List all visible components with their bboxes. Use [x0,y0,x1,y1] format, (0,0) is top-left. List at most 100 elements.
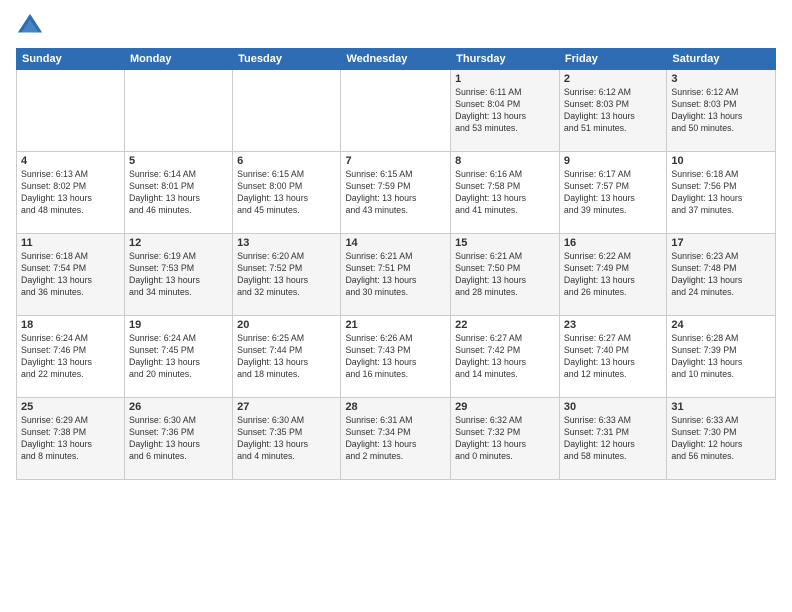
calendar-cell: 31 Sunrise: 6:33 AM Sunset: 7:30 PM Dayli… [667,398,776,480]
calendar-cell: 18Sunrise: 6:24 AM Sunset: 7:46 PM Dayli… [17,316,125,398]
day-info: Sunrise: 6:29 AM Sunset: 7:38 PM Dayligh… [21,415,120,463]
page: SundayMondayTuesdayWednesdayThursdayFrid… [0,0,792,612]
calendar-row-4: 25 Sunrise: 6:29 AM Sunset: 7:38 PM Dayli… [17,398,776,480]
day-number: 29 [455,401,555,413]
day-number: 21 [345,319,446,331]
day-number: 15 [455,237,555,249]
day-info: Sunrise: 6:16 AM Sunset: 7:58 PM Dayligh… [455,169,555,217]
day-number: 13 [237,237,336,249]
day-number: 4 [21,155,120,167]
day-number: 12 [129,237,228,249]
calendar-row-0: 1 Sunrise: 6:11 AM Sunset: 8:04 PM Daylig… [17,70,776,152]
day-number: 7 [345,155,446,167]
calendar-row-1: 4 Sunrise: 6:13 AM Sunset: 8:02 PM Daylig… [17,152,776,234]
day-number: 20 [237,319,336,331]
calendar-cell: 4 Sunrise: 6:13 AM Sunset: 8:02 PM Daylig… [17,152,125,234]
header [16,12,776,40]
calendar-cell: 30 Sunrise: 6:33 AM Sunset: 7:31 PM Dayli… [559,398,666,480]
calendar-cell: 8 Sunrise: 6:16 AM Sunset: 7:58 PM Daylig… [451,152,560,234]
calendar-header-saturday: Saturday [667,49,776,70]
calendar-cell: 7 Sunrise: 6:15 AM Sunset: 7:59 PM Daylig… [341,152,451,234]
day-number: 8 [455,155,555,167]
calendar-cell [124,70,232,152]
day-number: 9 [564,155,662,167]
day-number: 31 [671,401,771,413]
calendar-cell: 22 Sunrise: 6:27 AM Sunset: 7:42 PM Dayli… [451,316,560,398]
calendar-header-thursday: Thursday [451,49,560,70]
day-number: 30 [564,401,662,413]
day-info: Sunrise: 6:30 AM Sunset: 7:35 PM Dayligh… [237,415,336,463]
day-info: Sunrise: 6:21 AM Sunset: 7:51 PM Dayligh… [345,251,446,299]
calendar-cell: 3 Sunrise: 6:12 AM Sunset: 8:03 PM Daylig… [667,70,776,152]
calendar-cell: 19Sunrise: 6:24 AM Sunset: 7:45 PM Dayli… [124,316,232,398]
calendar-cell: 21 Sunrise: 6:26 AM Sunset: 7:43 PM Dayli… [341,316,451,398]
day-info: Sunrise: 6:19 AM Sunset: 7:53 PM Dayligh… [129,251,228,299]
day-info: Sunrise: 6:30 AM Sunset: 7:36 PM Dayligh… [129,415,228,463]
day-info: Sunrise: 6:31 AM Sunset: 7:34 PM Dayligh… [345,415,446,463]
day-info: Sunrise: 6:33 AM Sunset: 7:31 PM Dayligh… [564,415,662,463]
day-info: Sunrise: 6:15 AM Sunset: 8:00 PM Dayligh… [237,169,336,217]
day-info: Sunrise: 6:33 AM Sunset: 7:30 PM Dayligh… [671,415,771,463]
day-number: 23 [564,319,662,331]
calendar-header-sunday: Sunday [17,49,125,70]
calendar-header-friday: Friday [559,49,666,70]
day-number: 22 [455,319,555,331]
calendar-table: SundayMondayTuesdayWednesdayThursdayFrid… [16,48,776,480]
day-number: 1 [455,73,555,85]
day-number: 6 [237,155,336,167]
day-number: 5 [129,155,228,167]
day-number: 17 [671,237,771,249]
day-info: Sunrise: 6:15 AM Sunset: 7:59 PM Dayligh… [345,169,446,217]
calendar-cell: 15 Sunrise: 6:21 AM Sunset: 7:50 PM Dayli… [451,234,560,316]
calendar-row-3: 18Sunrise: 6:24 AM Sunset: 7:46 PM Dayli… [17,316,776,398]
calendar-cell: 27 Sunrise: 6:30 AM Sunset: 7:35 PM Dayli… [233,398,341,480]
calendar-cell [17,70,125,152]
day-number: 3 [671,73,771,85]
day-number: 14 [345,237,446,249]
day-info: Sunrise: 6:26 AM Sunset: 7:43 PM Dayligh… [345,333,446,381]
day-number: 2 [564,73,662,85]
calendar-cell: 26Sunrise: 6:30 AM Sunset: 7:36 PM Dayli… [124,398,232,480]
day-number: 10 [671,155,771,167]
day-info: Sunrise: 6:13 AM Sunset: 8:02 PM Dayligh… [21,169,120,217]
calendar-header-wednesday: Wednesday [341,49,451,70]
day-number: 25 [21,401,120,413]
calendar-cell: 13 Sunrise: 6:20 AM Sunset: 7:52 PM Dayli… [233,234,341,316]
day-info: Sunrise: 6:27 AM Sunset: 7:42 PM Dayligh… [455,333,555,381]
calendar-cell: 2 Sunrise: 6:12 AM Sunset: 8:03 PM Daylig… [559,70,666,152]
day-info: Sunrise: 6:14 AM Sunset: 8:01 PM Dayligh… [129,169,228,217]
calendar-cell: 10Sunrise: 6:18 AM Sunset: 7:56 PM Dayli… [667,152,776,234]
calendar-cell: 12 Sunrise: 6:19 AM Sunset: 7:53 PM Dayli… [124,234,232,316]
day-number: 27 [237,401,336,413]
day-info: Sunrise: 6:12 AM Sunset: 8:03 PM Dayligh… [671,87,771,135]
calendar-cell: 24Sunrise: 6:28 AM Sunset: 7:39 PM Dayli… [667,316,776,398]
day-number: 24 [671,319,771,331]
calendar-cell: 5 Sunrise: 6:14 AM Sunset: 8:01 PM Daylig… [124,152,232,234]
logo [16,12,48,40]
calendar-cell: 16Sunrise: 6:22 AM Sunset: 7:49 PM Dayli… [559,234,666,316]
day-info: Sunrise: 6:25 AM Sunset: 7:44 PM Dayligh… [237,333,336,381]
day-info: Sunrise: 6:12 AM Sunset: 8:03 PM Dayligh… [564,87,662,135]
calendar-cell: 29 Sunrise: 6:32 AM Sunset: 7:32 PM Dayli… [451,398,560,480]
day-info: Sunrise: 6:21 AM Sunset: 7:50 PM Dayligh… [455,251,555,299]
calendar-cell: 28Sunrise: 6:31 AM Sunset: 7:34 PM Dayli… [341,398,451,480]
day-info: Sunrise: 6:23 AM Sunset: 7:48 PM Dayligh… [671,251,771,299]
day-number: 19 [129,319,228,331]
calendar-cell: 6 Sunrise: 6:15 AM Sunset: 8:00 PM Daylig… [233,152,341,234]
calendar-cell: 1 Sunrise: 6:11 AM Sunset: 8:04 PM Daylig… [451,70,560,152]
day-info: Sunrise: 6:20 AM Sunset: 7:52 PM Dayligh… [237,251,336,299]
day-info: Sunrise: 6:27 AM Sunset: 7:40 PM Dayligh… [564,333,662,381]
calendar-header-monday: Monday [124,49,232,70]
calendar-row-2: 11Sunrise: 6:18 AM Sunset: 7:54 PM Dayli… [17,234,776,316]
calendar-cell: 14 Sunrise: 6:21 AM Sunset: 7:51 PM Dayli… [341,234,451,316]
day-info: Sunrise: 6:11 AM Sunset: 8:04 PM Dayligh… [455,87,555,135]
calendar-header-tuesday: Tuesday [233,49,341,70]
calendar-cell: 9Sunrise: 6:17 AM Sunset: 7:57 PM Daylig… [559,152,666,234]
day-number: 18 [21,319,120,331]
logo-icon [16,12,44,40]
calendar-cell: 11Sunrise: 6:18 AM Sunset: 7:54 PM Dayli… [17,234,125,316]
day-number: 16 [564,237,662,249]
day-info: Sunrise: 6:32 AM Sunset: 7:32 PM Dayligh… [455,415,555,463]
calendar-cell [233,70,341,152]
calendar-cell: 17 Sunrise: 6:23 AM Sunset: 7:48 PM Dayli… [667,234,776,316]
